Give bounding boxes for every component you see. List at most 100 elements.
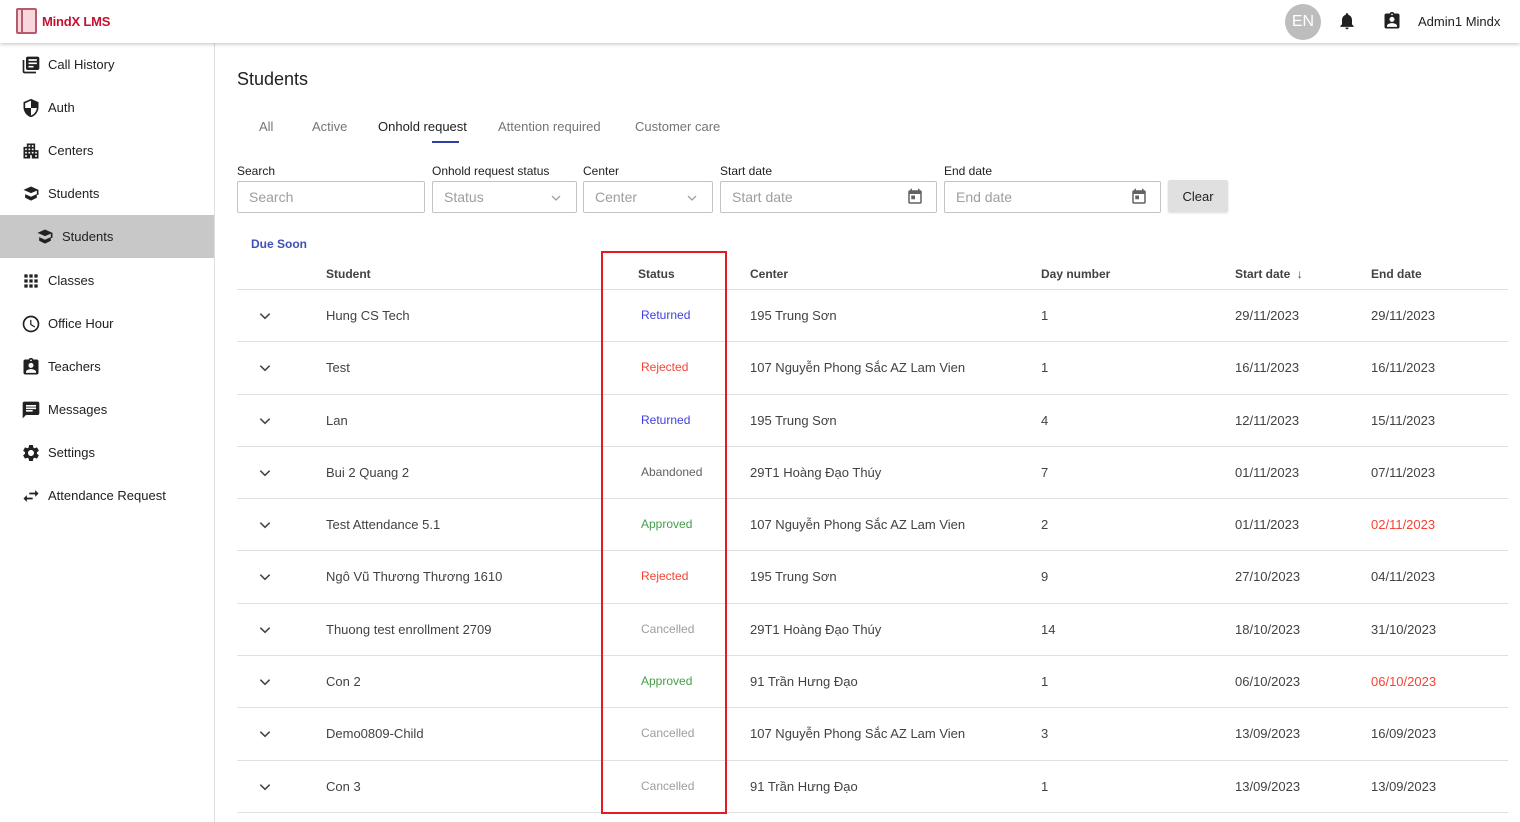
cell-student: Lan <box>326 412 348 428</box>
search-input[interactable]: Search <box>237 181 425 213</box>
tab-onhold-request[interactable]: Onhold request <box>378 119 467 134</box>
cell-end-date: 16/11/2023 <box>1371 360 1436 376</box>
cell-status: Returned <box>641 412 691 427</box>
sidebar-item-label: Auth <box>48 100 75 115</box>
sidebar-item-label: Students <box>62 229 114 244</box>
sidebar-item-auth[interactable]: Auth <box>0 86 214 129</box>
expand-chevron-icon[interactable] <box>258 309 272 323</box>
page-title: Students <box>237 69 309 89</box>
logo-text: MindX LMS <box>42 13 111 29</box>
column-header-day-number[interactable]: Day number <box>1041 267 1110 281</box>
sidebar-item-centers[interactable]: Centers <box>0 129 214 172</box>
user-name[interactable]: Admin1 Mindx <box>1418 14 1500 29</box>
cell-center: 29T1 Hoàng Đạo Thúy <box>750 621 882 637</box>
cell-end-date: 13/09/2023 <box>1371 778 1437 794</box>
cell-day-number: 9 <box>1041 569 1049 585</box>
search-placeholder: Search <box>249 189 294 205</box>
cell-start-date: 01/11/2023 <box>1235 464 1300 480</box>
sidebar-item-classes[interactable]: Classes <box>0 259 214 302</box>
expand-chevron-icon[interactable] <box>258 361 272 375</box>
cell-center: 29T1 Hoàng Đạo Thúy <box>750 464 882 480</box>
book-logo-icon <box>16 8 37 34</box>
table-row[interactable]: Test Rejected 107 Nguyễn Phong Sắc AZ Lam … <box>237 342 1508 395</box>
grid-icon <box>24 273 38 288</box>
cell-start-date: 18/10/2023 <box>1235 621 1301 637</box>
expand-chevron-icon[interactable] <box>258 466 272 480</box>
cell-end-date: 29/11/2023 <box>1371 308 1436 323</box>
expand-chevron-icon[interactable] <box>258 518 272 532</box>
due-soon-link[interactable]: Due Soon <box>251 237 307 251</box>
calendar-icon[interactable] <box>906 188 924 206</box>
cell-day-number: 14 <box>1041 621 1056 637</box>
column-header-center[interactable]: Center <box>750 267 788 281</box>
tab-all[interactable]: All <box>259 119 273 134</box>
cell-center: 195 Trung Sơn <box>750 308 837 323</box>
end-date-input[interactable]: End date <box>944 181 1161 213</box>
cell-day-number: 1 <box>1041 778 1049 794</box>
column-header-end-date[interactable]: End date <box>1371 267 1422 281</box>
call-history-icon <box>22 56 40 73</box>
sidebar-item-label: Call History <box>48 57 115 72</box>
expand-chevron-icon[interactable] <box>258 623 272 637</box>
cell-start-date: 27/10/2023 <box>1235 569 1301 585</box>
bell-icon[interactable] <box>1337 11 1357 31</box>
center-filter-label: Center <box>583 164 620 178</box>
sidebar-item-office-hour[interactable]: Office Hour <box>0 302 214 345</box>
expand-chevron-icon[interactable] <box>258 570 272 584</box>
table-row[interactable]: Demo0809-Child Cancelled 107 Nguyễn Phong … <box>237 708 1508 761</box>
app-logo[interactable]: MindX LMS <box>16 8 110 34</box>
clear-button[interactable]: Clear <box>1168 180 1228 212</box>
cell-student: Hung CS Tech <box>326 308 410 323</box>
students-table: Student Status Center Day number Start d… <box>237 257 1508 813</box>
start-date-input[interactable]: Start date <box>720 181 937 213</box>
start-date-header-label: Start date <box>1235 267 1291 281</box>
sidebar-item-teachers[interactable]: Teachers <box>0 345 214 388</box>
table-row[interactable]: Thuong test enrollment 2709 Cancelled 29T1… <box>237 604 1508 657</box>
column-header-start-date[interactable]: Start date ↓ <box>1235 267 1303 281</box>
status-select[interactable]: Status <box>432 181 577 213</box>
sidebar-item-call-history[interactable]: Call History <box>0 43 214 86</box>
expand-chevron-icon[interactable] <box>258 780 272 794</box>
status-placeholder: Status <box>444 189 484 205</box>
cell-day-number: 4 <box>1041 412 1049 428</box>
cell-student: Test <box>326 360 350 376</box>
table-row[interactable]: Lan Returned 195 Trung Sơn 4 12/11/2023 15/11… <box>237 395 1508 447</box>
tab-attention-required[interactable]: Attention required <box>498 119 601 134</box>
tab-customer-care[interactable]: Customer care <box>635 119 720 134</box>
table-row[interactable]: Hung CS Tech Returned 195 Trung Sơn 1 29/11/… <box>237 290 1508 343</box>
center-select[interactable]: Center <box>583 181 713 213</box>
clock-icon <box>22 315 40 332</box>
cell-status: Approved <box>641 674 693 689</box>
sidebar-item-label: Centers <box>48 143 94 158</box>
table-row[interactable]: Bui 2 Quang 2 Abandoned 29T1 Hoàng Đạo Thú… <box>237 447 1508 500</box>
language-switcher[interactable]: EN <box>1285 4 1321 40</box>
table-row[interactable]: Test Attendance 5.1 Approved 107 Nguyễn Ph… <box>237 499 1508 552</box>
expand-chevron-icon[interactable] <box>258 414 272 428</box>
cell-center: 107 Nguyễn Phong Sắc AZ Lam Vien <box>750 360 966 376</box>
sidebar-item-students[interactable]: Students <box>0 172 214 215</box>
account-badge-icon[interactable] <box>1382 10 1402 32</box>
sidebar-item-label: Office Hour <box>48 316 114 331</box>
expand-chevron-icon[interactable] <box>258 675 272 689</box>
calendar-icon[interactable] <box>1130 188 1148 206</box>
column-header-status[interactable]: Status <box>638 267 675 281</box>
table-row[interactable]: Con 3 Cancelled 91 Trần Hưng Đạo 1 13/09/202… <box>237 761 1508 813</box>
tab-active[interactable]: Active <box>312 119 347 134</box>
expand-chevron-icon[interactable] <box>258 727 272 741</box>
gear-icon <box>23 444 39 461</box>
cell-end-date: 15/11/2023 <box>1371 412 1436 428</box>
sidebar-item-attendance-request[interactable]: Attendance Request <box>0 474 214 517</box>
sidebar-item-label: Classes <box>48 273 95 288</box>
table-row[interactable]: Con 2 Approved 91 Trần Hưng Đạo 1 06/10/2023… <box>237 656 1508 709</box>
column-header-student[interactable]: Student <box>326 267 371 281</box>
table-header: Student Status Center Day number Start d… <box>237 257 1508 290</box>
cell-center: 91 Trần Hưng Đạo <box>750 674 858 690</box>
sidebar-item-messages[interactable]: Messages <box>0 388 214 431</box>
sidebar-item-settings[interactable]: Settings <box>0 431 214 474</box>
table-row[interactable]: Ngô Vũ Thương Thương 1610 Rejected 195 Tru… <box>237 551 1508 604</box>
cell-center: 107 Nguyễn Phong Sắc AZ Lam Vien <box>750 726 966 742</box>
teacher-icon <box>23 357 39 374</box>
sidebar-subitem-students[interactable]: Students <box>0 215 214 258</box>
sidebar-item-label: Teachers <box>48 359 101 374</box>
cell-status: Cancelled <box>641 621 695 636</box>
